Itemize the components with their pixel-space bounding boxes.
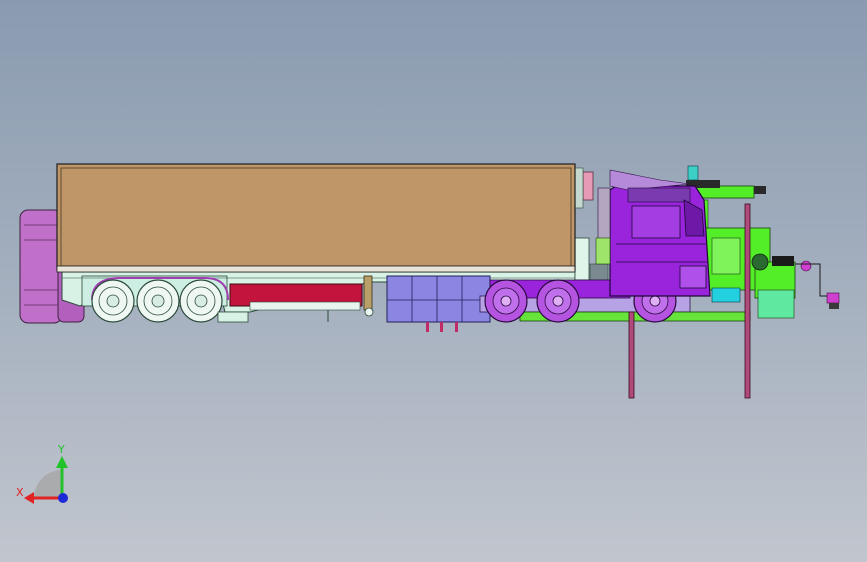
trailer-wheel (179, 279, 223, 323)
landing-gear[interactable] (363, 275, 374, 317)
trailer-wheel (91, 279, 135, 323)
trailer-wheel (136, 279, 180, 323)
tractor-cab[interactable] (595, 169, 711, 297)
trailer-cargo-box[interactable] (56, 163, 576, 273)
red-side-panel[interactable] (229, 283, 363, 322)
tractor-wheel (484, 279, 528, 323)
blue-storage-boxes[interactable] (386, 275, 491, 332)
axis-y-label: Y (58, 443, 65, 456)
axis-x-label: X (16, 486, 24, 499)
truck-trailer-model[interactable] (0, 0, 867, 562)
z-axis-dot (58, 493, 68, 503)
cad-viewport[interactable]: Y X (0, 0, 867, 562)
coordinate-triad (24, 456, 68, 504)
tractor-wheel (536, 279, 580, 323)
